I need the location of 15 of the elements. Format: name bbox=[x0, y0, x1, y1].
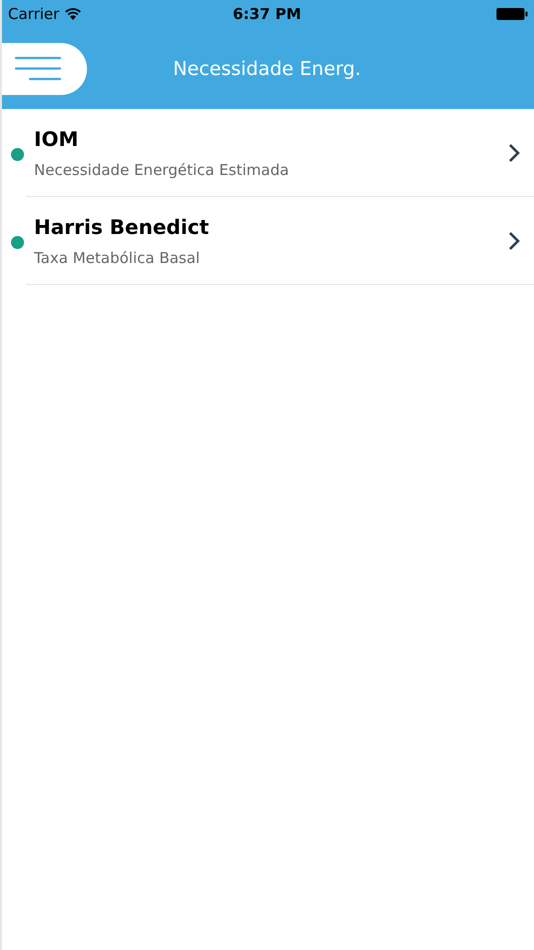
chevron-icon bbox=[508, 142, 520, 162]
list-item[interactable]: IOM Necessidade Energética Estimada bbox=[26, 109, 534, 197]
battery-icon bbox=[496, 7, 528, 21]
chevron-icon bbox=[508, 230, 520, 250]
item-title: Harris Benedict bbox=[34, 214, 210, 238]
wifi-icon bbox=[65, 8, 82, 20]
time-label: 6:37 PM bbox=[232, 5, 302, 23]
nav-title: Necessidade Energ. bbox=[173, 58, 361, 80]
list-item[interactable]: Harris Benedict Taxa Metabólica Basal bbox=[26, 197, 534, 285]
carrier-label: Carrier bbox=[8, 5, 60, 23]
menu-button[interactable] bbox=[2, 42, 87, 94]
item-subtitle: Taxa Metabólica Basal bbox=[34, 248, 201, 266]
item-subtitle: Necessidade Energética Estimada bbox=[34, 160, 290, 178]
menu-icon bbox=[15, 56, 61, 82]
item-title: IOM bbox=[34, 126, 80, 150]
